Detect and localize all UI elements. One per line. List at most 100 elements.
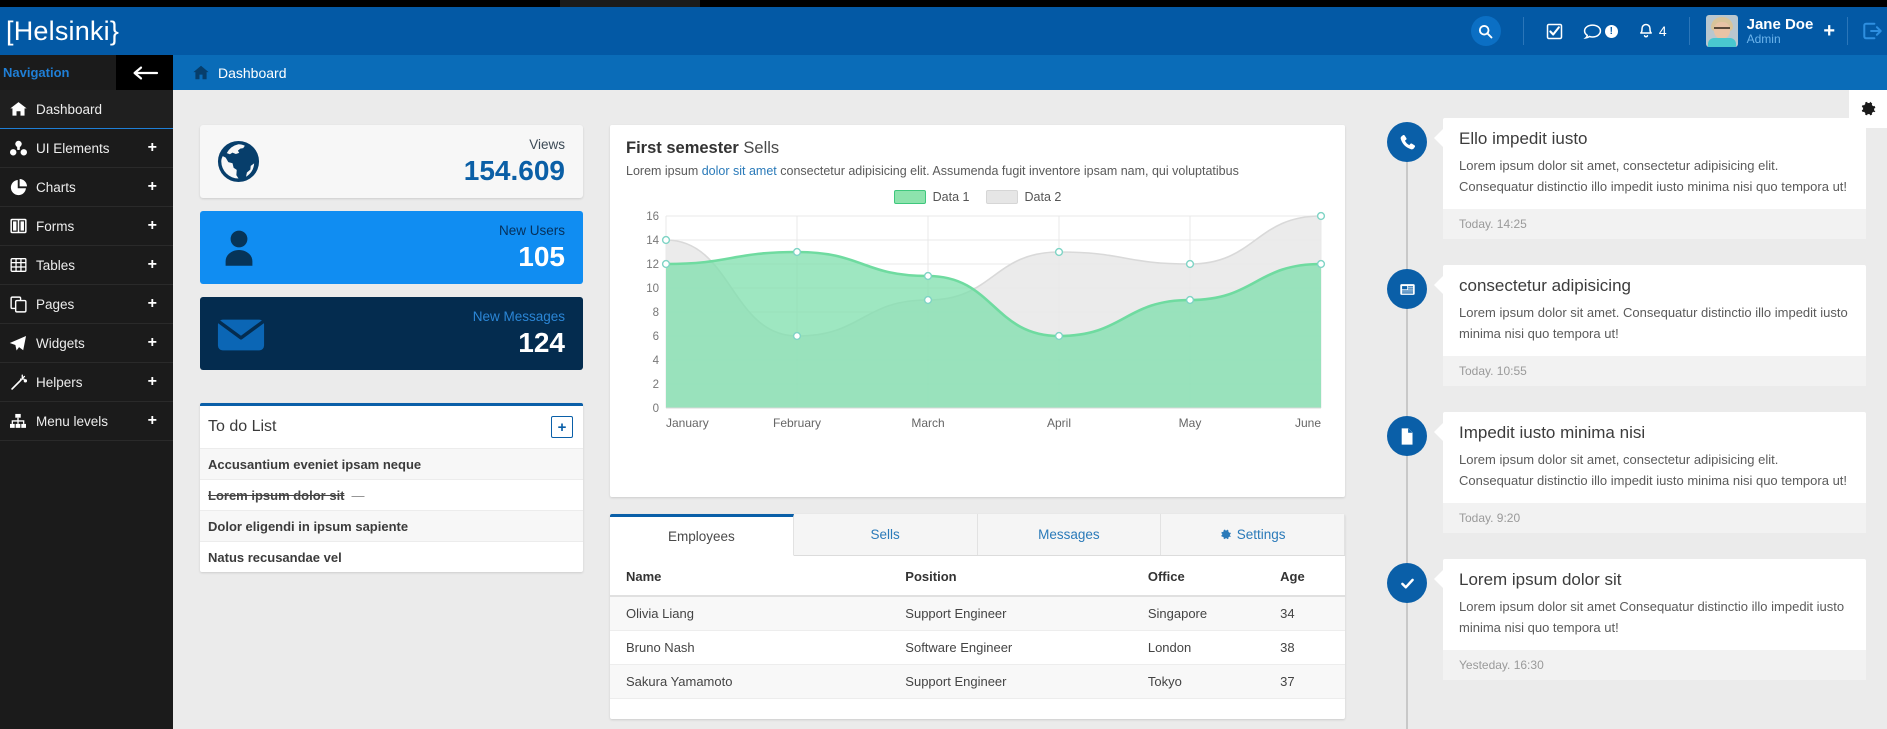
sidebar-item-widgets[interactable]: Widgets + [0,324,173,363]
timeline-item[interactable]: consectetur adipisicing Lorem ipsum dolor… [1376,265,1866,387]
timeline-time: Yesteday. 16:30 [1443,650,1866,681]
sidebar-item-dashboard[interactable]: Dashboard [0,90,173,129]
sidebar-item-tables[interactable]: Tables + [0,246,173,285]
tab-settings[interactable]: Settings [1161,514,1345,555]
header-divider-1 [1522,17,1524,45]
sidebar-item-expand[interactable]: + [148,412,173,430]
stat-label: New Messages [472,308,565,324]
user-role: Admin [1746,31,1781,46]
gear-icon[interactable] [1849,90,1887,128]
svg-text:0: 0 [653,403,659,415]
stat-card-views[interactable]: Views 154.609 [200,125,583,198]
timeline-text: Lorem ipsum dolor sit amet, consectetur … [1459,158,1848,194]
timeline-card: Ello impedit iusto Lorem ipsum dolor sit … [1434,118,1866,240]
table-row[interactable]: Olivia Liang Support Engineer Singapore 34 [610,596,1345,631]
avatar [1705,15,1738,47]
column-header[interactable]: Position [889,556,1132,597]
sidebar-item-expand[interactable]: + [148,295,173,313]
pie-chart-icon [0,178,36,196]
svg-text:6: 6 [653,331,659,343]
timeline-item[interactable]: Ello impedit iusto Lorem ipsum dolor sit … [1376,118,1866,240]
left-column: Views 154.609 New Users 105 New Messages… [200,125,583,572]
chart-legend: Data 1 Data 2 [626,190,1329,204]
timeline-time: Today. 9:20 [1443,503,1866,534]
timeline-item[interactable]: Lorem ipsum dolor sit Lorem ipsum dolor s… [1376,559,1866,681]
todo-item-text: Dolor eligendi in ipsum sapiente [208,518,409,534]
gear-icon [1220,529,1232,541]
tab-messages[interactable]: Messages [978,514,1162,555]
svg-text:April: April [1047,416,1071,430]
user-menu[interactable]: Jane Doe Admin [1705,15,1813,47]
timeline-items: Ello impedit iusto Lorem ipsum dolor sit … [1376,118,1866,681]
timeline-text: Lorem ipsum dolor sit amet. Consequatur … [1459,305,1848,341]
sidebar-item-helpers[interactable]: Helpers + [0,363,173,402]
sitemap-icon [0,413,36,429]
sidebar-item-expand[interactable]: + [148,217,173,235]
stat-card-new-users[interactable]: New Users 105 [200,211,583,284]
svg-text:January: January [666,416,709,430]
tab-sells[interactable]: Sells [794,514,978,555]
sidebar-item-charts[interactable]: Charts + [0,168,173,207]
sidebar-item-forms[interactable]: Forms + [0,207,173,246]
breadcrumb-label[interactable]: Dashboard [218,65,287,81]
column-header[interactable]: Office [1131,556,1265,597]
tabs-card: Employees Sells Messages Settings Name Posit… [610,514,1345,719]
table-row[interactable]: Bruno Nash Software Engineer London 38 [610,630,1345,665]
timeline-title: Impedit iusto minima nisi [1459,423,1646,443]
stat-label: Views [529,136,565,152]
todo-item[interactable]: Natus recusandae vel [200,541,583,572]
sidebar: Navigation Dashboard UI Elements + Charts + F… [0,55,173,729]
tab-employees[interactable]: Employees [610,514,794,556]
sidebar-item-label: Helpers [36,374,83,390]
activity-timeline: Ello impedit iusto Lorem ipsum dolor sit … [1376,118,1866,729]
sidebar-item-expand[interactable]: + [148,373,173,391]
legend-item-data1[interactable]: Data 1 [893,190,970,204]
column-header[interactable]: Name [610,556,890,597]
sidebar-item-expand[interactable]: + [148,178,173,196]
tasks-icon[interactable] [1546,23,1563,40]
chart-subtitle: Lorem ipsum dolor sit amet consectetur a… [626,164,1329,178]
app-header: [Helsinki} ! 4 Jane Doe Admin + [0,7,1887,55]
sidebar-item-label: Widgets [36,335,85,351]
sidebar-item-ui-elements[interactable]: UI Elements + [0,129,173,168]
sidebar-header: Navigation [0,55,173,90]
chart-sub-link[interactable]: dolor sit amet [702,164,777,178]
area-chart: 0 2 4 6 8 10 12 14 16 January February March April Ma… [646,211,1326,430]
sidebar-item-expand[interactable]: + [148,139,173,157]
timeline-item[interactable]: Impedit iusto minima nisi Lorem ipsum dol… [1376,412,1866,534]
add-button[interactable]: + [1823,20,1835,43]
notifications-icon[interactable]: 4 [1638,23,1667,40]
sidebar-item-pages[interactable]: Pages + [0,285,173,324]
table-cell: Support Engineer [889,596,1132,631]
sidebar-collapse-button[interactable] [116,55,173,90]
home-icon[interactable] [193,65,209,80]
sidebar-item-menu-levels[interactable]: Menu levels + [0,402,173,441]
todo-item-text: Lorem ipsum dolor sit [208,487,345,503]
envelope-icon [216,312,272,356]
logout-icon[interactable] [1862,21,1883,41]
table-cell: Singapore [1131,596,1265,631]
timeline-time: Today. 14:25 [1443,209,1866,240]
header-actions: ! 4 Jane Doe Admin + [1470,7,1887,55]
news-icon [1387,269,1427,310]
notifications-count: 4 [1658,23,1667,39]
table-cell: Software Engineer [889,630,1132,665]
stat-card-new-messages[interactable]: New Messages 124 [200,297,583,370]
column-header[interactable]: Age [1264,556,1345,597]
todo-add-button[interactable]: + [551,416,573,438]
todo-item[interactable]: Accusantium eveniet ipsam neque [200,448,583,479]
legend-item-data2[interactable]: Data 2 [985,190,1061,204]
sidebar-item-expand[interactable]: + [148,334,173,352]
stat-value: 154.609 [463,154,565,186]
search-icon[interactable] [1470,16,1501,46]
messages-icon[interactable]: ! [1583,23,1618,40]
sidebar-item-expand[interactable]: + [148,256,173,274]
brand-logo[interactable]: [Helsinki} [0,7,210,55]
table-row[interactable]: Sakura Yamamoto Support Engineer Tokyo 37 [610,664,1345,699]
todo-item[interactable]: Lorem ipsum dolor sit — [200,479,583,510]
main-content: Views 154.609 New Users 105 New Messages… [173,90,1887,729]
chart-plot-area[interactable]: 0 2 4 6 8 10 12 14 16 January February March April Ma… [626,206,1329,434]
table-cell: Olivia Liang [610,596,890,631]
magic-wand-icon [0,373,36,391]
todo-item[interactable]: Dolor eligendi in ipsum sapiente [200,510,583,541]
